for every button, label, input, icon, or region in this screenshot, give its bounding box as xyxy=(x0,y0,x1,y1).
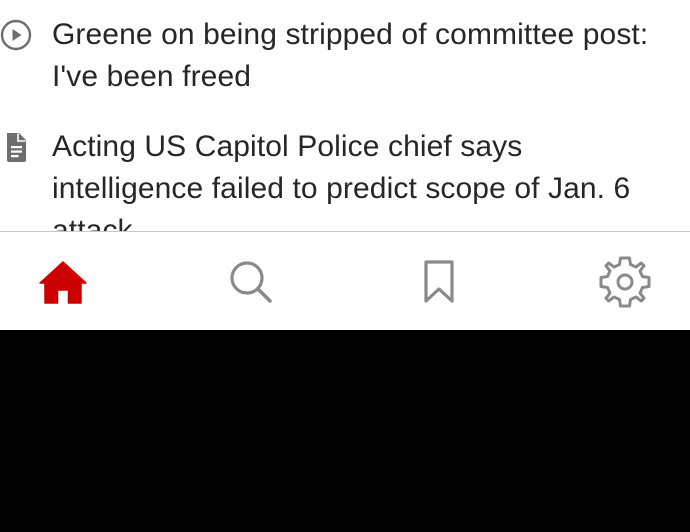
tab-saved[interactable] xyxy=(411,256,467,312)
tab-home[interactable] xyxy=(35,256,91,312)
play-circle-icon xyxy=(0,18,34,52)
gear-icon xyxy=(598,255,652,314)
article-document-icon xyxy=(2,131,36,165)
bottom-tab-bar xyxy=(0,232,690,330)
home-icon xyxy=(37,259,89,310)
tab-search[interactable] xyxy=(223,256,279,312)
news-headline[interactable]: Greene on being stripped of committee po… xyxy=(52,14,677,98)
empty-black-region xyxy=(0,330,690,532)
search-icon xyxy=(228,259,274,310)
news-feed[interactable]: Greene on being stripped of committee po… xyxy=(0,0,690,231)
news-headline[interactable]: Acting US Capitol Police chief says inte… xyxy=(52,126,677,231)
tab-settings[interactable] xyxy=(597,256,653,312)
app-screen: Greene on being stripped of committee po… xyxy=(0,0,690,532)
bookmark-icon xyxy=(419,259,459,310)
